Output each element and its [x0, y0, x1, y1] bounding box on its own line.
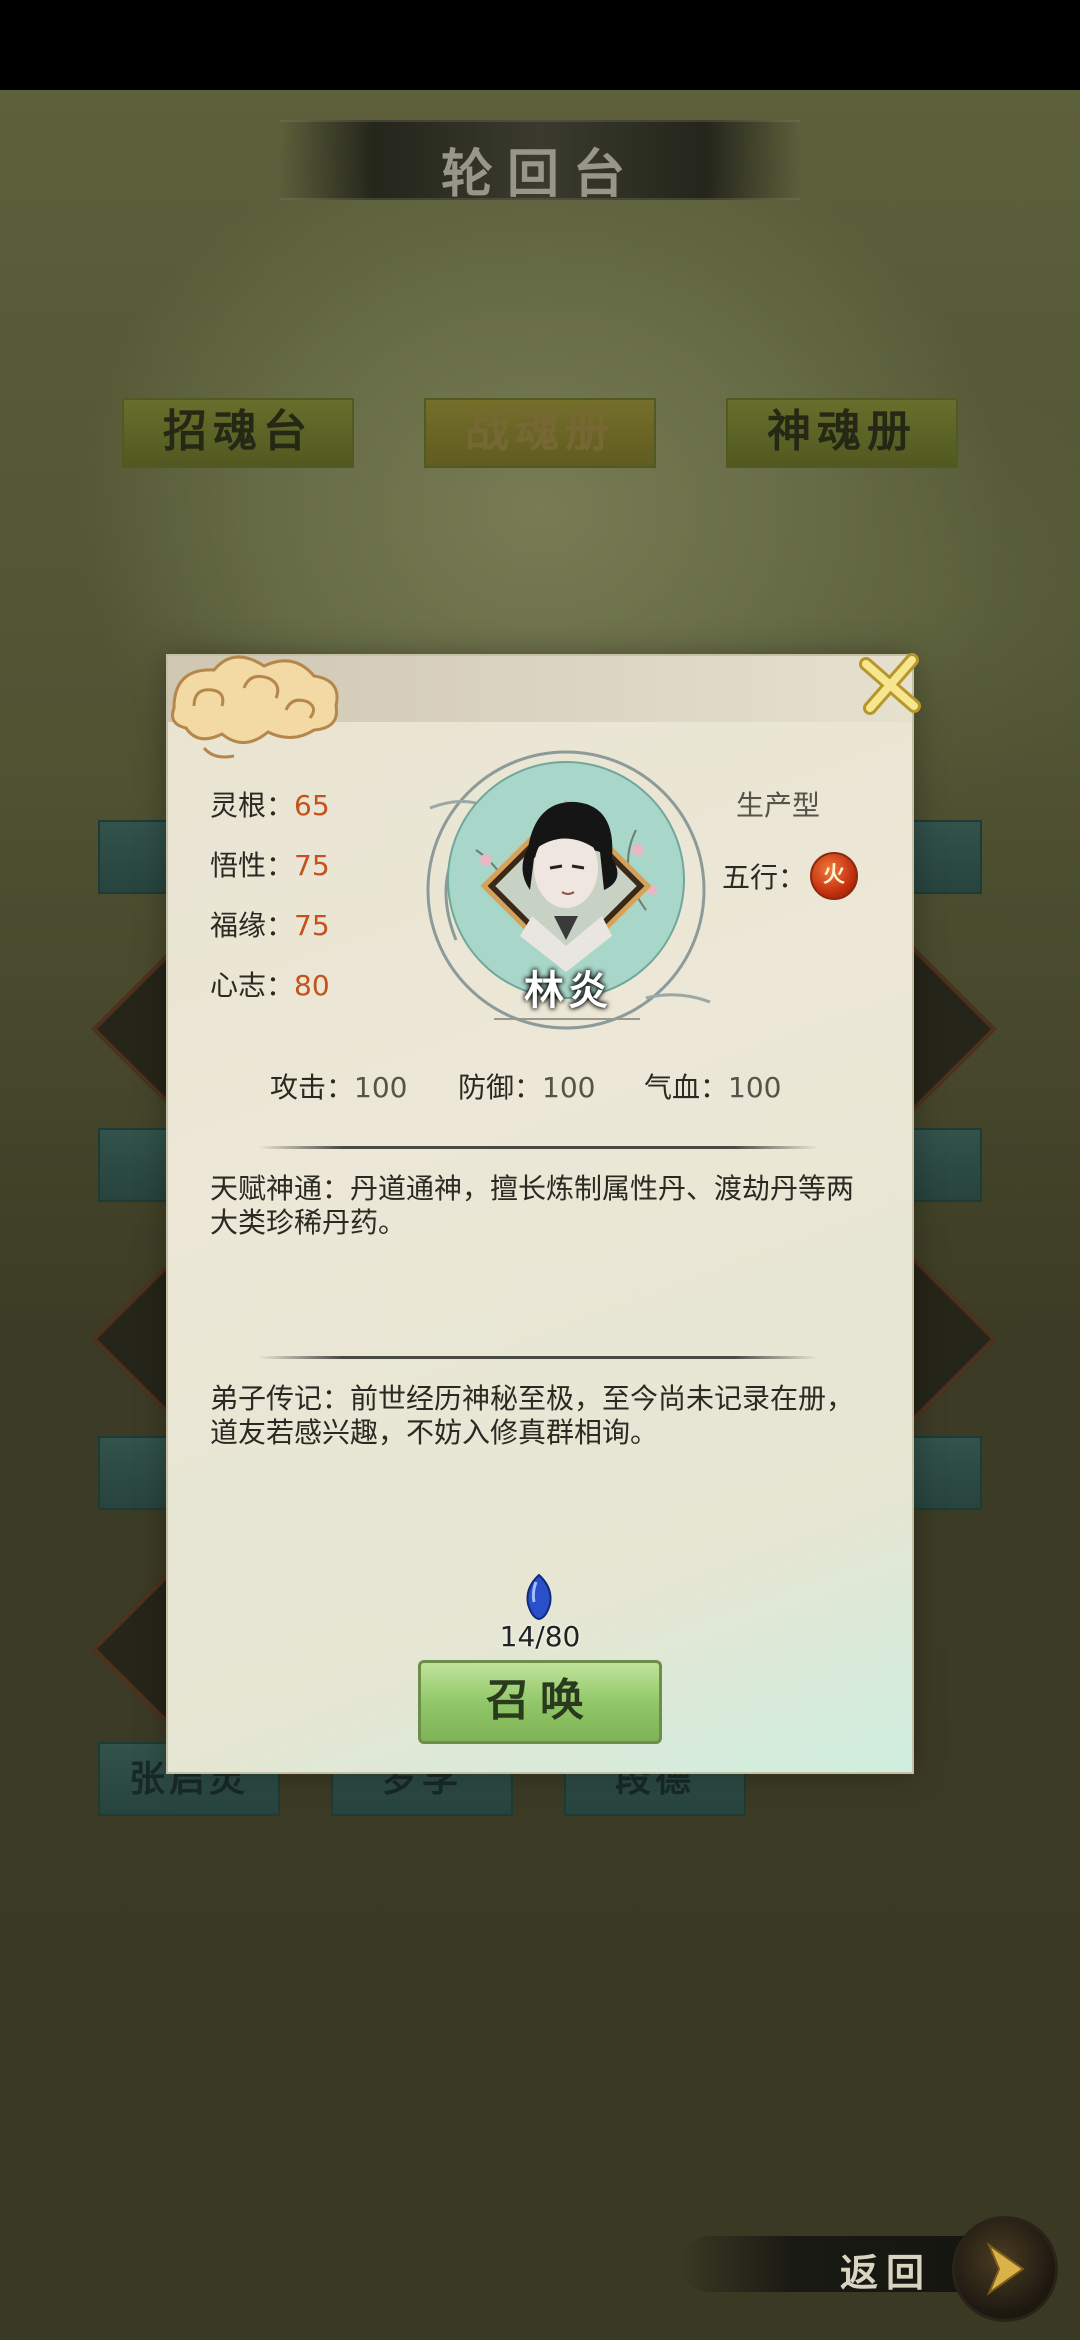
stat-value: 80	[294, 969, 330, 1002]
fire-element-icon: 火	[810, 852, 858, 900]
stat-defense: 防御：100	[458, 1066, 595, 1106]
back-control[interactable]: 返回	[680, 2214, 1080, 2322]
talent-text: 天赋神通：丹道通神，擅长炼制属性丹、渡劫丹等两大类珍稀丹药。	[210, 1172, 855, 1239]
soul-count: 14/80	[499, 1620, 581, 1653]
stat-value: 65	[294, 789, 330, 822]
summon-button[interactable]: 召唤	[418, 1660, 662, 1744]
stat-value: 75	[294, 849, 330, 882]
back-button[interactable]	[952, 2216, 1058, 2322]
stat-label: 防御：	[458, 1071, 543, 1104]
stat-value: 75	[294, 909, 330, 942]
stat-linggen: 灵根：65	[210, 784, 330, 824]
stat-label: 灵根：	[210, 789, 295, 822]
stat-xinzhi: 心志：80	[210, 964, 330, 1004]
cloud-ornament-icon	[171, 655, 339, 759]
stat-label: 福缘：	[210, 909, 295, 942]
stat-value: 100	[354, 1071, 408, 1104]
section-divider	[258, 1356, 818, 1359]
stat-hp: 气血：100	[644, 1066, 781, 1106]
stat-label: 攻击：	[270, 1071, 355, 1104]
stat-wuxing-insight: 悟性：75	[210, 844, 330, 884]
disciple-type: 生产型	[736, 789, 821, 822]
biography-text: 弟子传记：前世经历神秘至极，至今尚未记录在册，道友若感兴趣，不妨入修真群相询。	[210, 1382, 855, 1449]
status-bar	[0, 0, 1080, 90]
name-underline	[494, 1018, 640, 1020]
stat-fuyuan: 福缘：75	[210, 904, 330, 944]
stat-value: 100	[542, 1071, 596, 1104]
chevron-right-icon	[986, 2242, 1025, 2296]
disciple-detail-dialog: 灵根：65 悟性：75 福缘：75 心志：80 生产型 五行： 火 林炎 攻击：…	[168, 653, 921, 1772]
section-divider	[258, 1146, 818, 1149]
wuxing-label: 五行：	[722, 861, 807, 894]
stat-label: 气血：	[644, 1071, 729, 1104]
soul-gem-icon	[526, 1574, 552, 1620]
back-label[interactable]: 返回	[840, 2242, 932, 2297]
stat-label: 悟性：	[210, 849, 295, 882]
close-icon[interactable]	[856, 650, 926, 720]
stat-label: 心志：	[210, 969, 295, 1002]
stat-attack: 攻击：100	[270, 1066, 407, 1106]
stat-value: 100	[728, 1071, 782, 1104]
disciple-name: 林炎	[524, 967, 612, 1014]
